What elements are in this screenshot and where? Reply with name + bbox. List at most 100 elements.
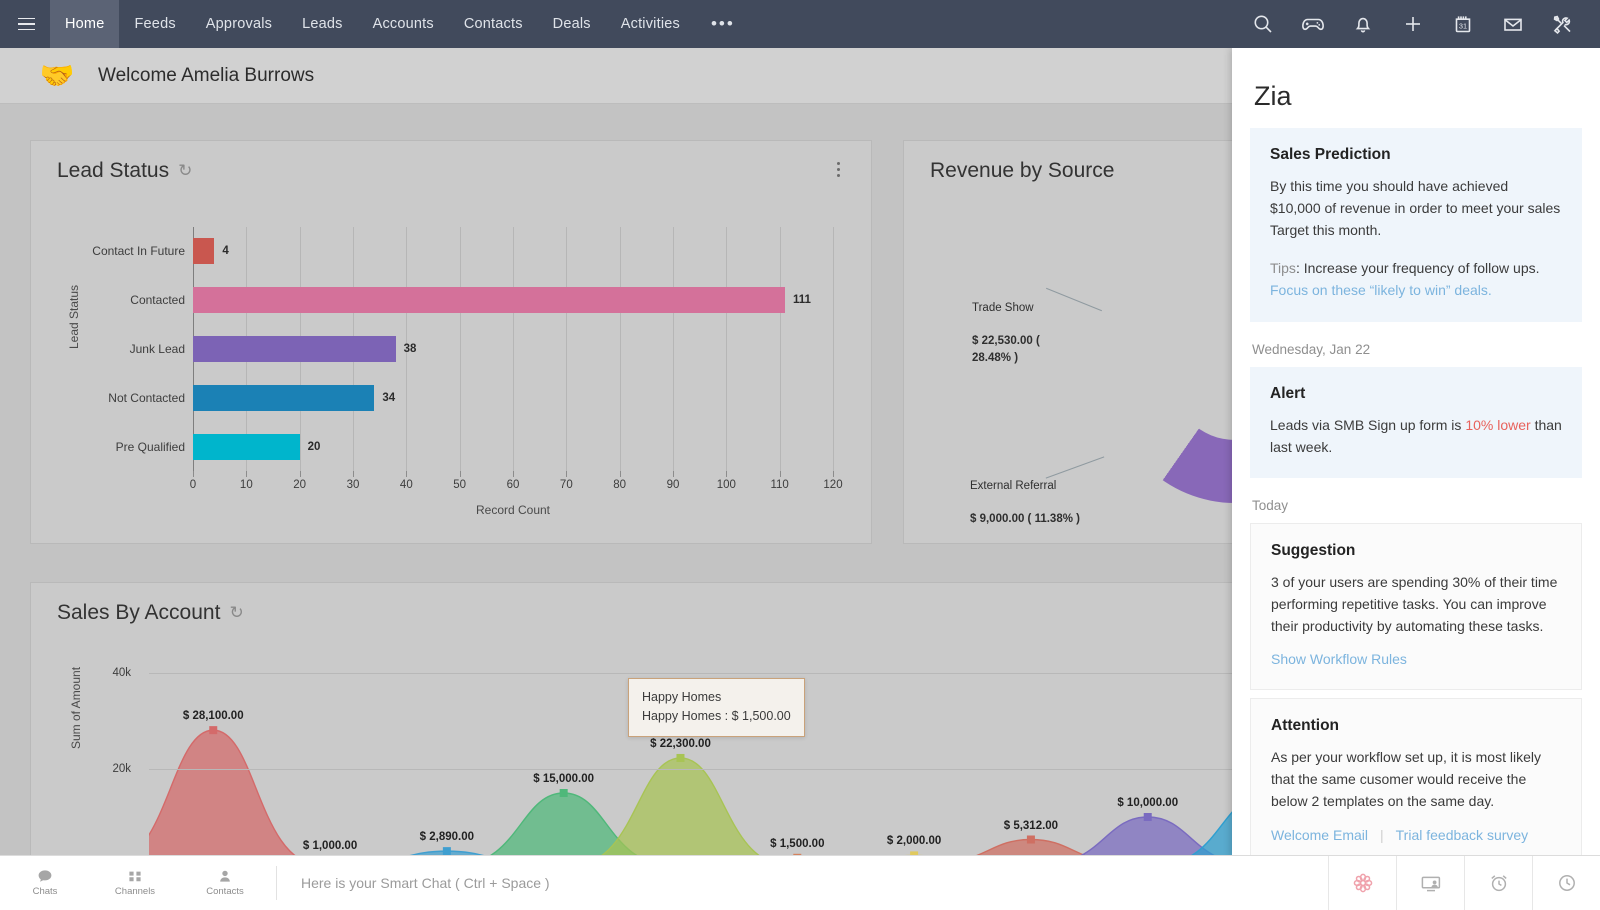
nav-item-leads[interactable]: Leads (287, 0, 358, 48)
nav-item-contacts[interactable]: Contacts (449, 0, 538, 48)
bar-chart-xtick: 120 (823, 479, 842, 491)
plus-icon[interactable] (1390, 0, 1436, 48)
nav-item-accounts[interactable]: Accounts (358, 0, 449, 48)
bar-chart-xtick: 10 (240, 479, 253, 491)
trial-feedback-survey-link[interactable]: Trial feedback survey (1396, 827, 1529, 843)
bar-chart-tickmark (673, 471, 674, 477)
lead-status-card-title: Lead Status ↻ (57, 159, 192, 183)
zia-card-body: As per your workflow set up, it is most … (1271, 746, 1561, 812)
area-chart-data-label: $ 1,000.00 (303, 840, 357, 852)
sales-card-title: Sales By Account ↻ (57, 601, 244, 625)
area-chart-data-label: $ 5,312.00 (1004, 820, 1058, 832)
zia-card-alert[interactable]: Alert Leads via SMB Sign up form is 10% … (1250, 367, 1582, 478)
area-chart-series[interactable] (149, 730, 321, 865)
nav-item-home[interactable]: Home (50, 0, 119, 48)
area-chart-peak-marker[interactable] (676, 754, 684, 762)
bottom-item-contacts[interactable]: Contacts (180, 856, 270, 910)
lead-status-title-text: Lead Status (57, 159, 169, 183)
zia-card-sales-prediction[interactable]: Sales Prediction By this time you should… (1250, 128, 1582, 322)
area-chart-data-label: $ 2,000.00 (887, 835, 941, 847)
nav-item-feeds[interactable]: Feeds (119, 0, 190, 48)
zia-card-heading: Sales Prediction (1270, 146, 1562, 164)
refresh-icon[interactable]: ↻ (229, 603, 243, 623)
bar-chart-xtick: 30 (347, 479, 360, 491)
svg-text:31: 31 (1459, 22, 1467, 31)
chart-tooltip: Happy Homes Happy Homes : $ 1,500.00 (628, 678, 805, 737)
bar-chart-xtick: 100 (717, 479, 736, 491)
envelope-icon[interactable] (1490, 0, 1536, 48)
calendar-icon[interactable]: 31 (1440, 0, 1486, 48)
zia-card-heading: Suggestion (1271, 542, 1561, 560)
channels-icon (127, 869, 143, 884)
zia-panel-body: Sales Prediction By this time you should… (1232, 128, 1600, 858)
area-chart-peak-marker[interactable] (209, 726, 217, 734)
bar-chart-bar[interactable] (193, 385, 374, 411)
area-chart-data-label: $ 22,300.00 (650, 738, 711, 750)
area-chart-data-label: $ 15,000.00 (533, 773, 594, 785)
area-chart-peak-marker[interactable] (560, 789, 568, 797)
sales-title-text: Sales By Account (57, 601, 220, 625)
area-chart-data-label: $ 1,500.00 (770, 838, 824, 850)
smart-chat-input[interactable]: Here is your Smart Chat ( Ctrl + Space ) (283, 875, 1328, 891)
nav-item-deals[interactable]: Deals (538, 0, 606, 48)
nav-more-button[interactable]: ••• (695, 0, 751, 48)
welcome-email-link[interactable]: Welcome Email (1271, 827, 1368, 843)
page-title: Welcome Amelia Burrows (98, 65, 314, 87)
bar-chart-bar[interactable] (193, 287, 785, 313)
bar-chart-bar[interactable] (193, 434, 300, 460)
clock-icon[interactable] (1532, 856, 1600, 910)
bottom-item-channels[interactable]: Channels (90, 856, 180, 910)
zia-panel-title: Zia (1232, 48, 1600, 128)
contacts-icon (217, 869, 233, 884)
lead-status-bar-chart: Lead Status 0102030405060708090100110120… (31, 199, 871, 529)
bottom-bar-right-icons (1328, 856, 1600, 910)
show-workflow-rules-link[interactable]: Show Workflow Rules (1271, 651, 1407, 667)
bar-chart-xtick: 50 (453, 479, 466, 491)
kebab-menu-icon[interactable] (829, 157, 847, 181)
tools-icon[interactable] (1540, 0, 1586, 48)
bar-chart-bar[interactable] (193, 336, 396, 362)
nav-item-approvals[interactable]: Approvals (191, 0, 287, 48)
zia-card-attention[interactable]: Attention As per your workflow set up, i… (1250, 698, 1582, 858)
refresh-icon[interactable]: ↻ (178, 161, 192, 181)
area-chart-peak-marker[interactable] (1144, 813, 1152, 821)
donut-label-trade-show-name: Trade Show (972, 300, 1092, 317)
donut-label-external-referral-value: $ 9,000.00 ( 11.38% ) (970, 513, 1080, 525)
donut-label-trade-show: Trade Show $ 22,530.00 ( 28.48% ) (972, 283, 1092, 383)
flower-settings-icon[interactable] (1328, 856, 1396, 910)
donut-label-trade-show-value: $ 22,530.00 ( 28.48% ) (972, 335, 1040, 364)
top-navigation-bar: Home Feeds Approvals Leads Accounts Cont… (0, 0, 1600, 48)
zia-card-suggestion[interactable]: Suggestion 3 of your users are spending … (1250, 523, 1582, 690)
bar-chart-bar[interactable] (193, 238, 214, 264)
chat-icon (37, 869, 53, 884)
area-chart-peak-marker[interactable] (1027, 836, 1035, 844)
donut-label-external-referral: External Referral $ 9,000.00 ( 11.38% ) (970, 461, 1120, 544)
gamepad-icon[interactable] (1290, 0, 1336, 48)
bar-chart-category-label: Contact In Future (92, 245, 185, 257)
bar-chart-xtick: 80 (613, 479, 626, 491)
alarm-clock-icon[interactable] (1464, 856, 1532, 910)
bell-icon[interactable] (1340, 0, 1386, 48)
area-chart-ytick-40k: 40k (91, 667, 131, 679)
donut-label-external-referral-name: External Referral (970, 478, 1120, 495)
bar-chart-tickmark (246, 471, 247, 477)
screenshare-icon[interactable] (1396, 856, 1464, 910)
nav-item-activities[interactable]: Activities (606, 0, 695, 48)
bar-chart-tickmark (193, 471, 194, 477)
area-chart-peak-marker[interactable] (443, 847, 451, 855)
bar-chart-xtick: 90 (667, 479, 680, 491)
zia-tips-text: : Increase your frequency of follow ups. (1296, 260, 1540, 276)
bar-chart-x-axis-label: Record Count (476, 503, 550, 517)
zia-tips-link[interactable]: Focus on these “likely to win” deals. (1270, 282, 1492, 298)
search-icon[interactable] (1240, 0, 1286, 48)
bar-chart-tickmark (620, 471, 621, 477)
nav-items: Home Feeds Approvals Leads Accounts Cont… (50, 0, 751, 48)
bar-chart-xtick: 60 (507, 479, 520, 491)
zia-card-body: 3 of your users are spending 30% of thei… (1271, 571, 1561, 637)
bar-chart-gridline (833, 227, 834, 471)
bar-chart-xtick: 40 (400, 479, 413, 491)
bar-chart-tickmark (406, 471, 407, 477)
hamburger-menu-icon[interactable] (8, 0, 44, 48)
alert-highlight: 10% lower (1465, 417, 1530, 433)
bottom-item-chats[interactable]: Chats (0, 856, 90, 910)
